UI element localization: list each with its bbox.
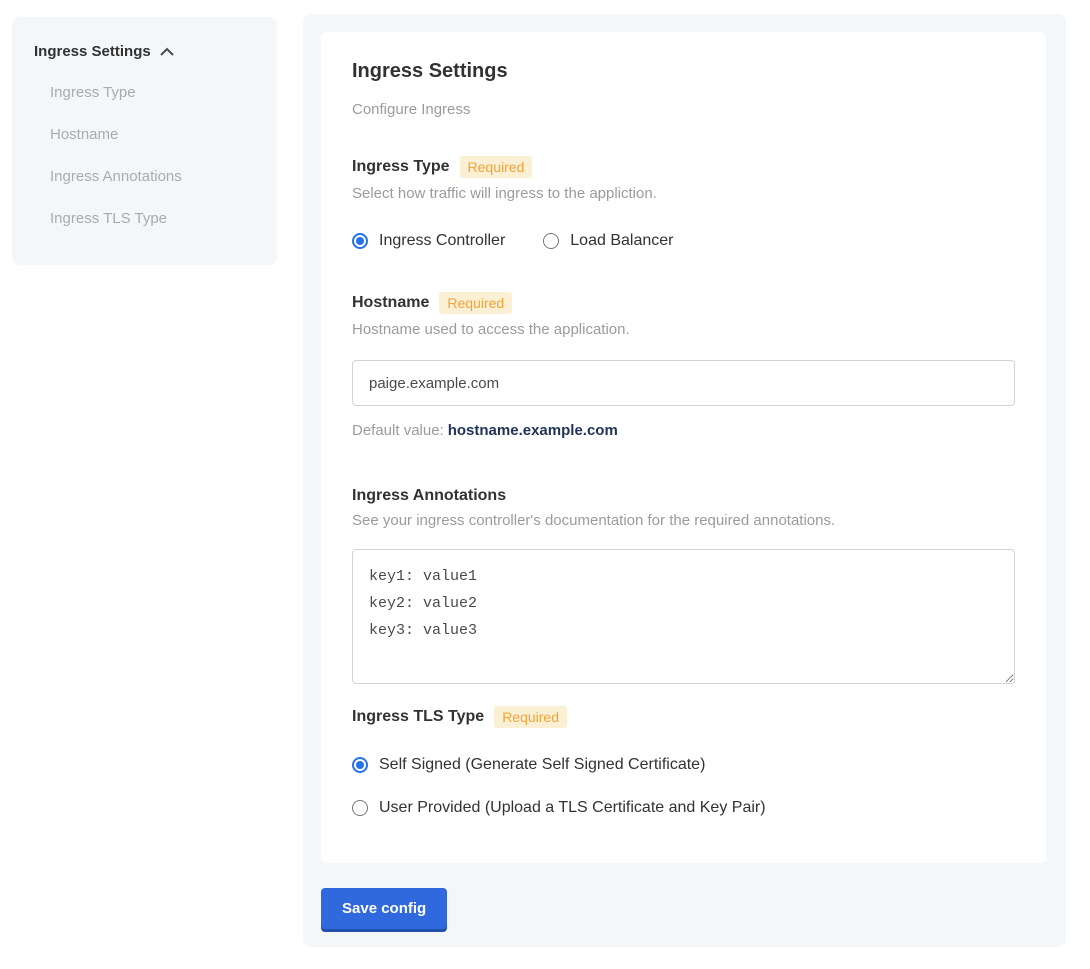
sidebar-group-ingress-settings[interactable]: Ingress Settings [34, 43, 257, 60]
field-label-hostname: Hostname [352, 294, 429, 312]
chevron-up-icon [160, 47, 174, 56]
radio-option-self-signed[interactable]: Self Signed (Generate Self Signed Certif… [352, 756, 1016, 774]
field-ingress-tls-type: Ingress TLS Type Required Self Signed (G… [352, 706, 1016, 817]
sidebar-item-hostname[interactable]: Hostname [50, 126, 257, 144]
config-main-panel: Ingress Settings Configure Ingress Ingre… [303, 14, 1066, 947]
radio-label-user-provided[interactable]: User Provided (Upload a TLS Certificate … [379, 799, 766, 817]
radio-option-ingress-controller[interactable]: Ingress Controller [352, 232, 505, 250]
radio-load-balancer[interactable] [543, 233, 559, 249]
page-subtitle: Configure Ingress [352, 101, 1016, 118]
radio-ingress-controller[interactable] [352, 233, 368, 249]
radio-option-load-balancer[interactable]: Load Balancer [543, 232, 673, 250]
default-value-link[interactable]: hostname.example.com [448, 422, 618, 439]
required-badge: Required [439, 292, 512, 314]
required-badge: Required [460, 156, 533, 178]
field-label-ingress-type: Ingress Type [352, 158, 450, 176]
config-group-card: Ingress Settings Configure Ingress Ingre… [321, 32, 1046, 863]
field-label-ingress-tls-type: Ingress TLS Type [352, 708, 484, 726]
required-badge: Required [494, 706, 567, 728]
sidebar-item-ingress-type[interactable]: Ingress Type [50, 84, 257, 102]
radio-label-ingress-controller[interactable]: Ingress Controller [379, 232, 505, 250]
default-value-prefix: Default value: [352, 422, 444, 439]
field-ingress-annotations: Ingress Annotations See your ingress con… [352, 487, 1016, 684]
field-help-ingress-type: Select how traffic will ingress to the a… [352, 185, 1016, 202]
radio-label-load-balancer[interactable]: Load Balancer [570, 232, 673, 250]
hostname-default-line: Default value:hostname.example.com [352, 422, 1016, 439]
radio-option-user-provided[interactable]: User Provided (Upload a TLS Certificate … [352, 799, 1016, 817]
radio-self-signed[interactable] [352, 757, 368, 773]
page-title: Ingress Settings [352, 60, 1016, 83]
ingress-annotations-textarea[interactable]: key1: value1 key2: value2 key3: value3 [352, 549, 1015, 684]
sidebar-group-label: Ingress Settings [34, 43, 151, 60]
field-ingress-type: Ingress Type Required Select how traffic… [352, 156, 1016, 250]
field-help-ingress-annotations: See your ingress controller's documentat… [352, 512, 1016, 529]
config-nav-sidebar: Ingress Settings Ingress Type Hostname I… [12, 17, 277, 265]
sidebar-item-ingress-tls-type[interactable]: Ingress TLS Type [50, 210, 257, 228]
field-label-ingress-annotations: Ingress Annotations [352, 487, 506, 505]
field-hostname: Hostname Required Hostname used to acces… [352, 292, 1016, 439]
radio-user-provided[interactable] [352, 800, 368, 816]
field-help-hostname: Hostname used to access the application. [352, 321, 1016, 338]
hostname-input[interactable] [352, 360, 1015, 406]
save-config-button[interactable]: Save config [321, 888, 447, 929]
radio-label-self-signed[interactable]: Self Signed (Generate Self Signed Certif… [379, 756, 705, 774]
sidebar-item-ingress-annotations[interactable]: Ingress Annotations [50, 168, 257, 186]
